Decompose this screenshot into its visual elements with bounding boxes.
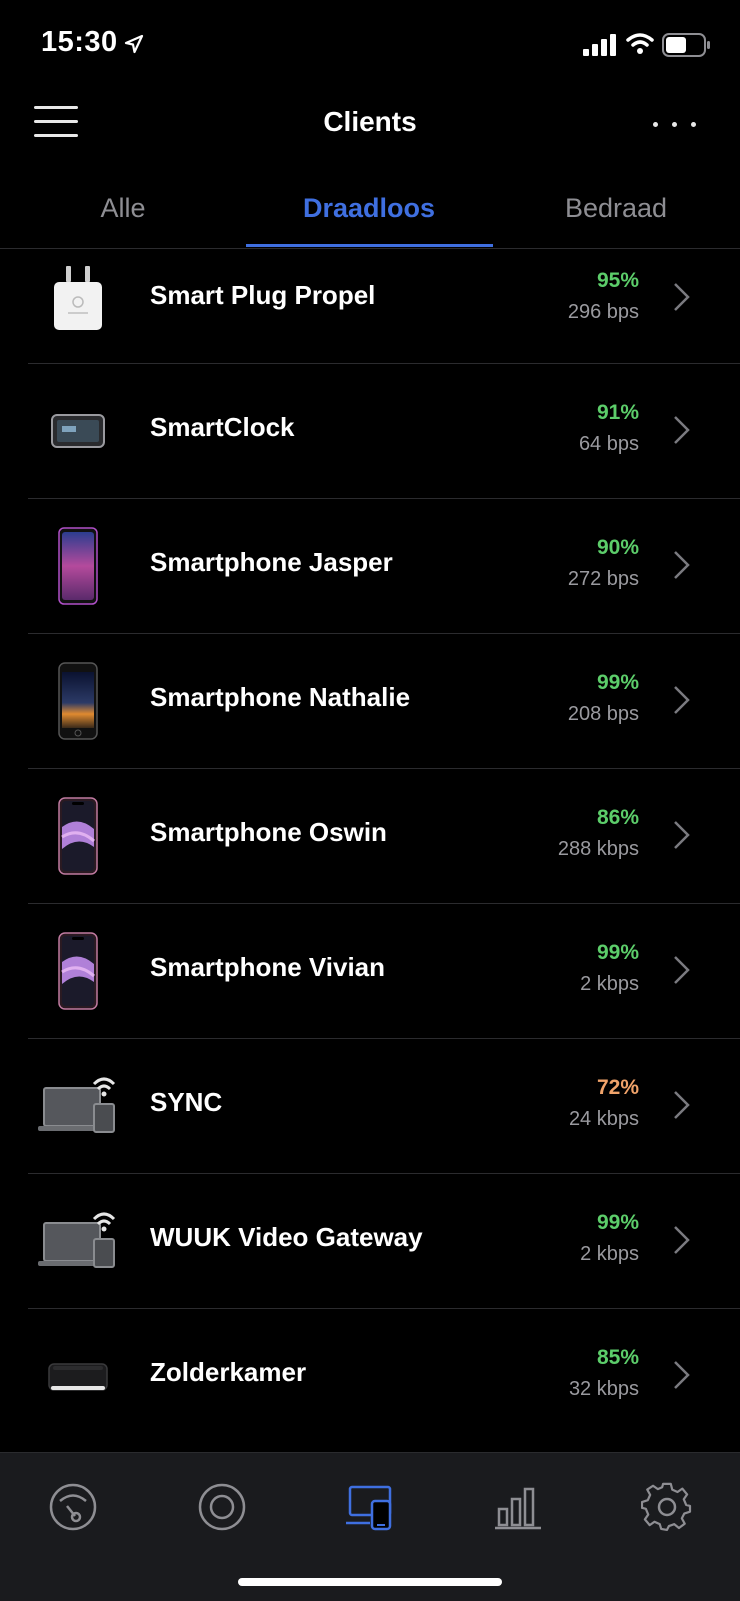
status-time: 15:30	[41, 26, 118, 58]
client-row[interactable]: Smartphone Vivian 99% 2 kbps	[0, 904, 740, 1039]
chevron-right-icon	[674, 686, 690, 714]
data-rate: 296 bps	[567, 301, 639, 323]
client-row[interactable]: Smartphone Nathalie 99% 208 bps	[0, 634, 740, 769]
data-rate: 2 kbps	[580, 1243, 639, 1265]
smartphone-icon	[36, 794, 120, 878]
client-name: Smartphone Oswin	[150, 817, 387, 847]
devices-icon[interactable]	[196, 1481, 248, 1533]
smartphone-icon	[36, 659, 120, 743]
chevron-right-icon	[674, 821, 690, 849]
smartphone-icon	[36, 524, 120, 608]
more-options-button[interactable]	[650, 112, 700, 138]
client-row[interactable]: WUUK Video Gateway 99% 2 kbps	[0, 1174, 740, 1309]
client-name: WUUK Video Gateway	[150, 1222, 423, 1252]
client-row[interactable]: Smart Plug Propel 95% 296 bps	[0, 249, 740, 364]
client-name: Zolderkamer	[150, 1357, 307, 1387]
cellular-signal-icon	[583, 34, 616, 56]
page-title: Clients	[323, 106, 417, 137]
data-rate: 64 bps	[578, 433, 639, 455]
chevron-right-icon	[674, 283, 690, 311]
chevron-right-icon	[674, 551, 690, 579]
signal-strength: 90%	[596, 536, 639, 559]
smart-clock-icon	[36, 389, 120, 473]
signal-strength: 99%	[596, 1211, 639, 1234]
active-tab-indicator	[246, 244, 493, 247]
tab-draadloos[interactable]: Draadloos	[246, 180, 492, 248]
client-row[interactable]: SYNC 72% 24 kbps	[0, 1039, 740, 1174]
signal-strength: 99%	[596, 941, 639, 964]
chevron-right-icon	[674, 956, 690, 984]
chevron-right-icon	[674, 1091, 690, 1119]
client-name: SmartClock	[150, 412, 295, 442]
signal-strength: 99%	[596, 671, 639, 694]
segment-tabs: Alle Draadloos Bedraad	[0, 180, 740, 249]
location-arrow-icon	[124, 34, 144, 54]
client-row[interactable]: SmartClock 91% 64 bps	[0, 364, 740, 499]
wireless-device-icon	[36, 1061, 120, 1145]
home-indicator	[238, 1578, 502, 1586]
wireless-device-icon	[36, 1196, 120, 1280]
client-row[interactable]: Zolderkamer 85% 32 kbps	[0, 1309, 740, 1444]
media-box-icon	[36, 1334, 120, 1418]
client-name: Smartphone Nathalie	[150, 682, 411, 712]
data-rate: 32 kbps	[568, 1378, 639, 1400]
signal-strength: 91%	[596, 401, 639, 424]
smart-plug-icon	[36, 257, 120, 341]
signal-strength: 95%	[596, 269, 639, 292]
dashboard-icon[interactable]	[47, 1481, 99, 1533]
data-rate: 208 bps	[567, 703, 639, 725]
client-name: Smartphone Vivian	[150, 952, 386, 982]
data-rate: 24 kbps	[568, 1108, 639, 1130]
signal-strength: 86%	[596, 806, 639, 829]
settings-icon[interactable]	[640, 1481, 693, 1533]
status-bar: 15:30	[0, 0, 740, 90]
clients-icon[interactable]	[344, 1481, 396, 1533]
client-list: Smart Plug Propel 95% 296 bps SmartClock…	[0, 249, 740, 1444]
chevron-right-icon	[674, 416, 690, 444]
signal-strength: 85%	[596, 1346, 639, 1369]
client-row[interactable]: Smartphone Jasper 90% 272 bps	[0, 499, 740, 634]
client-name: Smartphone Jasper	[150, 547, 393, 577]
chevron-right-icon	[674, 1226, 690, 1254]
client-row[interactable]: Smartphone Oswin 86% 288 kbps	[0, 769, 740, 904]
data-rate: 272 bps	[567, 568, 639, 590]
data-rate: 288 kbps	[557, 838, 639, 860]
battery-icon	[662, 33, 710, 57]
signal-strength: 72%	[596, 1076, 639, 1099]
smartphone-icon	[36, 929, 120, 1013]
client-name: SYNC	[150, 1087, 223, 1117]
tab-alle[interactable]: Alle	[0, 180, 246, 248]
data-rate: 2 kbps	[580, 973, 639, 995]
chevron-right-icon	[674, 1361, 690, 1389]
client-name: Smart Plug Propel	[150, 280, 376, 310]
tab-bedraad[interactable]: Bedraad	[493, 180, 739, 248]
wifi-icon	[626, 33, 654, 54]
statistics-icon[interactable]	[492, 1481, 544, 1533]
